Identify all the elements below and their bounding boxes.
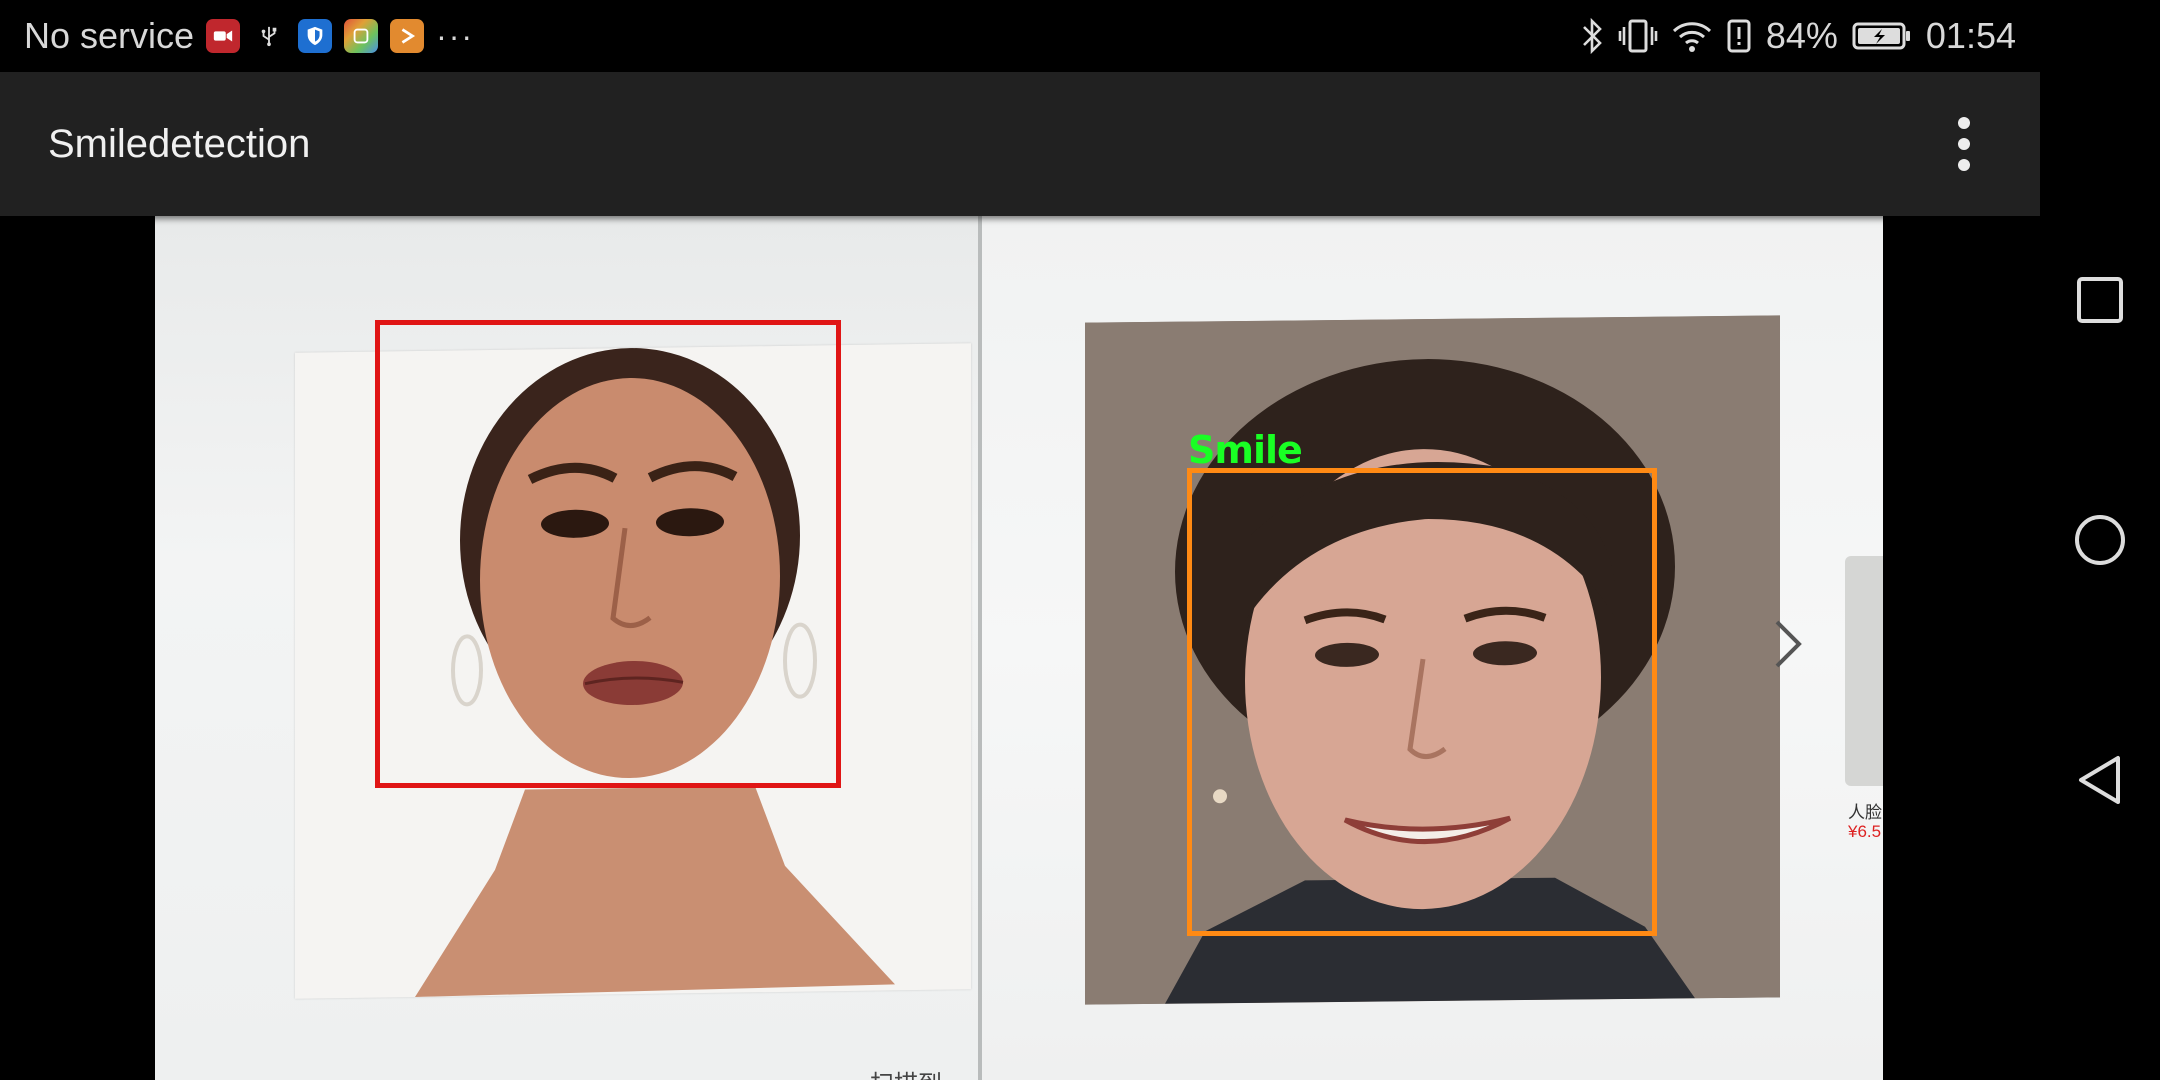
overflow-dot [1958,159,1970,171]
overflow-dot [1958,117,1970,129]
carrier-text: No service [24,15,195,56]
wifi-icon [1672,17,1712,55]
battery-percent: 84% [1765,15,1838,56]
side-caption: 人脸 [1848,803,1882,822]
more-notifications-icon: ··· [436,17,475,54]
smile-detection-box [1187,468,1657,936]
recents-square-icon[interactable] [2040,240,2160,360]
gallery-icon [344,19,379,53]
battery-charging-icon [1852,20,1912,52]
video-recorder-icon [206,19,241,53]
status-bar: No service ··· 84% 01:54 [0,0,2040,72]
side-price: ¥6.5 [1848,822,1882,841]
app-title: Smiledetection [48,122,311,166]
side-thumbnail [1845,556,1883,786]
smile-label: Smile [1188,428,1303,472]
chevron-right-icon [1775,620,1802,668]
back-triangle-icon[interactable] [2040,720,2160,840]
play-icon [390,19,425,53]
face-detection-box [375,320,841,788]
status-bar-left: No service ··· [24,0,474,72]
overflow-dot [1958,138,1970,150]
vibrate-icon [1618,17,1658,55]
app-bar: Smiledetection [0,72,2040,216]
clock: 01:54 [1925,15,2016,56]
navigation-bar [2040,0,2160,1080]
camera-preview[interactable]: 人脸 ¥6.5 扫描到 Smile [155,216,1883,1080]
status-bar-right: 84% 01:54 [1580,0,2016,72]
shield-icon [298,19,333,53]
home-circle-icon[interactable] [2040,480,2160,600]
more-vert-icon[interactable] [1932,112,1996,176]
bluetooth-icon [1580,17,1604,55]
battery-alert-icon [1726,17,1752,55]
page-bottom-text: 扫描到 [870,1064,942,1080]
book-crease [978,216,982,1080]
usb-icon [252,19,286,53]
